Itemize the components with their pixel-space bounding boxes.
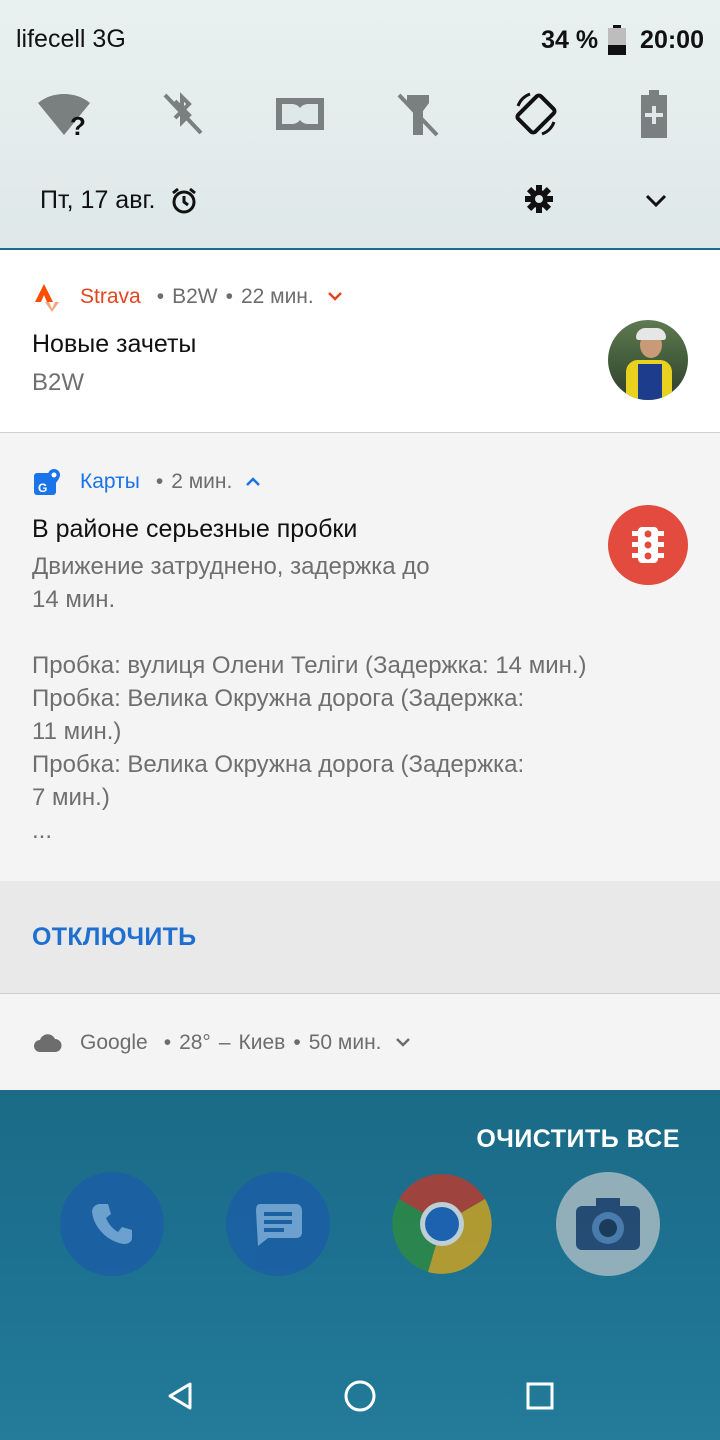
strava-title: Новые зачеты [32,330,197,358]
maps-time: 2 мин. [171,470,233,493]
maps-line: 11 мин.) [32,718,122,745]
maps-line: Пробка: Велика Окружна дорога (Задержка: [32,751,525,778]
dolby-icon[interactable] [272,86,328,142]
notification-google[interactable]: Google • 28° – Киев • 50 мин. [0,994,720,1090]
date-row: Пт, 17 авг. [40,186,198,215]
google-expand-icon[interactable] [394,1036,412,1050]
google-header: Google • 28° – Киев • 50 мин. [32,1028,412,1058]
status-bar: lifecell 3G 34 % 20:00 [0,0,720,80]
home-icon[interactable] [340,1376,380,1416]
maps-line: ... [32,817,53,844]
quick-settings-tiles: ? [0,82,720,142]
cloud-icon [34,1034,62,1052]
traffic-light-icon [632,527,664,563]
strava-app-name: Strava [80,285,141,308]
strava-time: 22 мин. [240,285,314,308]
battery-icon [608,25,627,55]
battery-saver-icon[interactable] [626,86,682,142]
maps-actions: ОТКЛЮЧИТЬ [0,881,720,994]
phone-icon[interactable] [60,1172,164,1276]
battery-percent: 34 % [541,25,599,54]
alarm-icon[interactable] [170,187,198,215]
clear-all-button[interactable]: ОЧИСТИТЬ ВСЕ [476,1125,680,1154]
google-city: Киев [238,1031,286,1054]
maps-collapse-icon[interactable] [244,475,262,489]
maps-header: G Карты • 2 мин. [32,467,262,497]
svg-text:?: ? [70,111,86,139]
maps-line [32,616,587,649]
disable-button[interactable]: ОТКЛЮЧИТЬ [32,923,196,952]
maps-title: В районе серьезные пробки [32,515,358,543]
clock: 20:00 [640,25,704,54]
maps-line: Пробка: Велика Окружна дорога (Задержка: [32,685,525,712]
settings-gear-icon[interactable] [524,184,554,214]
dock [0,1172,720,1282]
date-label: Пт, 17 авг. [40,186,156,214]
maps-app-name: Карты [80,470,140,493]
status-right: 34 % 20:00 [541,25,704,55]
svg-text:G: G [38,481,47,495]
maps-line: 7 мин.) [32,784,110,811]
strava-header: Strava • B2W • 22 мин. [32,282,344,312]
back-icon[interactable] [160,1376,200,1416]
recents-icon[interactable] [520,1376,560,1416]
messages-icon[interactable] [226,1172,330,1276]
avatar [608,320,688,400]
carrier-label: lifecell 3G [16,25,126,53]
google-app-name: Google [80,1031,148,1054]
maps-line: Пробка: вулиця Олени Теліги (Задержка: 1… [32,652,587,679]
google-temp: 28° [179,1031,211,1054]
strava-expand-icon[interactable] [326,290,344,304]
chrome-icon[interactable] [390,1172,494,1276]
wifi-unknown-icon[interactable]: ? [36,86,92,142]
auto-rotate-icon[interactable] [508,86,564,142]
maps-body: Движение затруднено, задержка до 14 мин.… [32,550,587,847]
maps-logo-icon: G [34,469,60,495]
notification-maps[interactable]: G Карты • 2 мин. В районе серьезные проб… [0,433,720,881]
camera-icon[interactable] [556,1172,660,1276]
traffic-badge [608,505,688,585]
expand-chevron-icon[interactable] [642,188,670,212]
google-time: 50 мин. [308,1031,382,1054]
bluetooth-off-icon[interactable] [154,86,210,142]
navigation-bar [0,1352,720,1440]
strava-sub: B2W [172,285,218,308]
strava-text: B2W [32,369,85,396]
flashlight-off-icon[interactable] [390,86,446,142]
maps-line: Движение затруднено, задержка до [32,553,430,580]
strava-logo-icon [35,284,59,312]
notification-strava[interactable]: Strava • B2W • 22 мин. Новые зачеты B2W [0,250,720,433]
maps-line: 14 мин. [32,586,116,613]
